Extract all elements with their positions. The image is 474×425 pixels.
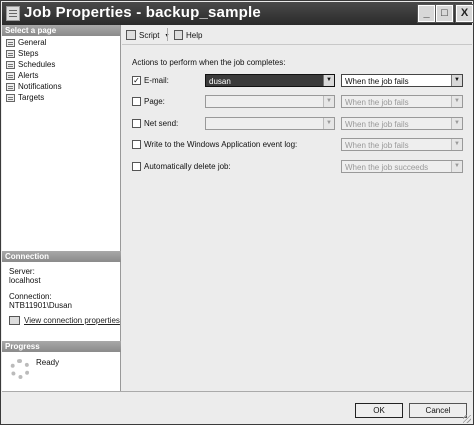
page-icon <box>6 71 15 80</box>
net-send-operator-select[interactable]: ▼ <box>205 117 335 130</box>
sidebar-item-label: Schedules <box>18 60 56 69</box>
net-send-row: Net send: ▼ When the job fails ▼ <box>132 117 472 131</box>
progress-header: Progress <box>2 341 121 352</box>
window-app-icon <box>6 6 20 21</box>
page-row: Page: ▼ When the job fails ▼ <box>132 95 472 109</box>
chevron-down-icon: ▼ <box>323 118 334 129</box>
net-send-condition-select[interactable]: When the job fails ▼ <box>341 117 463 130</box>
page-icon <box>6 49 15 58</box>
email-label: E-mail: <box>144 76 169 85</box>
connection-header: Connection <box>2 251 121 262</box>
ok-button[interactable]: OK <box>355 403 403 418</box>
help-icon <box>174 30 183 40</box>
event-log-condition-select[interactable]: When the job fails ▼ <box>341 138 463 151</box>
sidebar-item-targets[interactable]: Targets <box>2 92 120 103</box>
server-label: Server: <box>9 267 35 276</box>
page-operator-select[interactable]: ▼ <box>205 95 335 108</box>
delete-job-checkbox[interactable] <box>132 162 141 171</box>
chevron-down-icon: ▼ <box>451 96 462 107</box>
sidebar-item-label: Steps <box>18 49 39 58</box>
window-title: Job Properties - backup_sample <box>24 4 261 21</box>
minimize-button[interactable]: _ <box>417 4 436 23</box>
title-bar: Job Properties - backup_sample _ □ X <box>2 2 474 25</box>
page-condition-value: When the job fails <box>345 98 409 107</box>
event-log-label: Write to the Windows Application event l… <box>144 140 298 149</box>
chevron-down-icon: ▼ <box>323 75 334 86</box>
sidebar-item-steps[interactable]: Steps <box>2 48 120 59</box>
close-button[interactable]: X <box>455 4 474 23</box>
delete-job-label: Automatically delete job: <box>144 162 231 171</box>
chevron-down-icon: ▼ <box>451 118 462 129</box>
sidebar-item-notifications[interactable]: Notifications <box>2 81 120 92</box>
page-icon <box>6 93 15 102</box>
job-properties-window: Job Properties - backup_sample _ □ X Sel… <box>0 0 474 425</box>
server-value: localhost <box>9 276 41 285</box>
email-condition-value: When the job fails <box>345 77 409 86</box>
email-operator-value: dusan <box>209 77 231 86</box>
page-label: Page: <box>144 97 165 106</box>
maximize-button[interactable]: □ <box>435 4 454 23</box>
email-operator-select[interactable]: dusan ▼ <box>205 74 335 87</box>
dialog-footer: OK Cancel <box>2 391 472 424</box>
chevron-down-icon: ▼ <box>451 139 462 150</box>
chevron-down-icon: ▼ <box>451 161 462 172</box>
event-log-row: Write to the Windows Application event l… <box>132 138 472 152</box>
sidebar-item-label: General <box>18 38 47 47</box>
resize-grip-icon[interactable] <box>463 415 471 423</box>
event-log-condition-value: When the job fails <box>345 141 409 150</box>
sidebar-item-label: Alerts <box>18 71 39 80</box>
progress-panel: Progress Ready <box>2 341 121 379</box>
progress-spinner-icon <box>10 359 30 379</box>
actions-label: Actions to perform when the job complete… <box>132 58 286 67</box>
select-page-header: Select a page <box>2 25 120 36</box>
event-log-checkbox[interactable] <box>132 140 141 149</box>
sidebar-item-label: Targets <box>18 93 45 102</box>
net-send-label: Net send: <box>144 119 179 128</box>
toolbar-separator <box>167 28 168 41</box>
left-pane: Select a page General Steps Schedules Al… <box>2 25 121 391</box>
help-label: Help <box>186 30 203 40</box>
view-connection-properties-link[interactable]: View connection properties <box>2 316 121 325</box>
page-condition-select[interactable]: When the job fails ▼ <box>341 95 463 108</box>
delete-job-row: Automatically delete job: When the job s… <box>132 160 472 174</box>
delete-job-condition-value: When the job succeeds <box>345 163 429 172</box>
chevron-down-icon: ▼ <box>451 75 462 86</box>
page-list: General Steps Schedules Alerts Notificat… <box>2 36 120 103</box>
page-icon <box>6 82 15 91</box>
page-checkbox[interactable] <box>132 97 141 106</box>
help-button[interactable]: Help <box>174 29 202 41</box>
connection-value: NTB11901\Dusan <box>9 301 72 310</box>
link-label: View connection properties <box>24 316 120 325</box>
email-condition-select[interactable]: When the job fails ▼ <box>341 74 463 87</box>
email-row: ✓ E-mail: dusan ▼ When the job fails ▼ <box>132 74 472 88</box>
page-icon <box>6 60 15 69</box>
script-label: Script <box>139 30 160 40</box>
script-icon <box>126 30 136 40</box>
net-send-checkbox[interactable] <box>132 119 141 128</box>
page-icon <box>6 38 15 47</box>
toolbar: Script ▾ Help <box>122 25 472 45</box>
sidebar-item-schedules[interactable]: Schedules <box>2 59 120 70</box>
sidebar-item-label: Notifications <box>18 82 62 91</box>
sidebar-item-general[interactable]: General <box>2 37 120 48</box>
main-pane: Script ▾ Help Actions to perform when th… <box>122 25 472 391</box>
connection-label: Connection: <box>9 292 52 301</box>
progress-status: Ready <box>36 358 60 367</box>
sidebar-item-alerts[interactable]: Alerts <box>2 70 120 81</box>
email-checkbox[interactable]: ✓ <box>132 76 141 85</box>
delete-job-condition-select[interactable]: When the job succeeds ▼ <box>341 160 463 173</box>
cancel-button[interactable]: Cancel <box>409 403 467 418</box>
chevron-down-icon: ▼ <box>323 96 334 107</box>
net-send-condition-value: When the job fails <box>345 120 409 129</box>
script-button[interactable]: Script ▾ <box>126 29 168 41</box>
connection-panel: Connection Server: localhost Connection:… <box>2 251 121 325</box>
connection-properties-icon <box>9 316 20 325</box>
